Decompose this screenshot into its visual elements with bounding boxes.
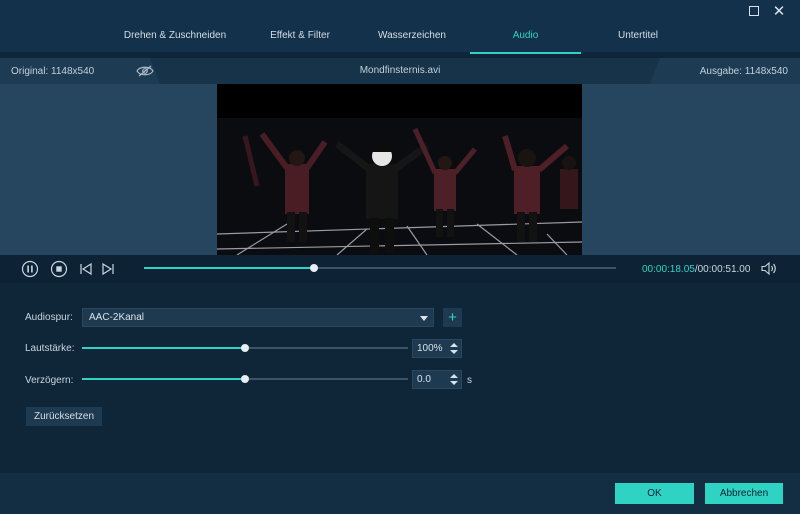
audio-track-value: AAC-2Kanal <box>89 312 145 323</box>
volume-decrease-icon[interactable] <box>450 350 458 354</box>
audio-track-label: Audiospur: <box>25 312 73 323</box>
volume-value: 100% <box>417 343 443 354</box>
chevron-down-icon <box>420 316 428 321</box>
add-audio-track-button[interactable]: + <box>443 308 462 327</box>
stop-icon[interactable] <box>50 260 68 278</box>
delay-slider-handle[interactable] <box>241 375 249 383</box>
close-icon: ✕ <box>772 2 786 20</box>
delay-decrease-icon[interactable] <box>450 381 458 385</box>
volume-label: Lautstärke: <box>25 343 75 354</box>
volume-slider[interactable] <box>82 344 408 352</box>
cancel-button[interactable]: Abbrechen <box>705 483 783 504</box>
timeline-progress <box>144 267 314 269</box>
maximize-icon <box>749 6 759 16</box>
tab-rotate-crop[interactable]: Drehen & Zuschneiden <box>115 22 235 52</box>
video-preview <box>217 84 582 255</box>
delay-value: 0.0 <box>417 374 431 385</box>
volume-slider-fill <box>82 347 245 349</box>
close-button[interactable]: ✕ <box>771 3 787 19</box>
preview-info-bar: Original: 1148x540 Mondfinsternis.avi Au… <box>0 58 800 84</box>
timeline-handle[interactable] <box>309 264 318 272</box>
delay-label: Verzögern: <box>25 375 74 386</box>
tab-subtitle[interactable]: Untertitel <box>588 22 688 52</box>
video-frame-image <box>217 84 582 255</box>
tab-audio[interactable]: Audio <box>470 22 581 54</box>
delay-slider-fill <box>82 378 245 380</box>
title-bar <box>0 0 800 22</box>
audio-track-select[interactable]: AAC-2Kanal <box>82 308 434 327</box>
volume-increase-icon[interactable] <box>450 343 458 347</box>
maximize-button[interactable] <box>746 3 762 19</box>
volume-slider-handle[interactable] <box>241 344 249 352</box>
plus-icon: + <box>448 309 457 326</box>
delay-increase-icon[interactable] <box>450 374 458 378</box>
reset-button[interactable]: Zurücksetzen <box>26 407 102 426</box>
file-name: Mondfinsternis.avi <box>359 65 441 76</box>
tab-effect-filter[interactable]: Effekt & Filter <box>250 22 350 52</box>
volume-icon[interactable] <box>761 262 777 275</box>
delay-slider[interactable] <box>82 375 408 383</box>
tab-watermark[interactable]: Wasserzeichen <box>362 22 462 52</box>
delay-stepper[interactable]: 0.0 <box>412 370 462 389</box>
tab-bar: Drehen & Zuschneiden Effekt & Filter Was… <box>0 22 800 54</box>
skip-forward-icon[interactable] <box>99 260 117 278</box>
output-resolution: Ausgabe: 1148x540 <box>699 66 788 77</box>
time-display: 00:00:18.05/00:00:51.00 <box>642 264 750 275</box>
skip-back-icon[interactable] <box>77 260 95 278</box>
playback-timeline[interactable] <box>144 264 616 272</box>
preview-stage <box>0 84 800 255</box>
volume-stepper[interactable]: 100% <box>412 339 462 358</box>
pause-icon[interactable] <box>21 260 39 278</box>
total-time: /00:00:51.00 <box>694 264 751 275</box>
delay-unit: s <box>467 375 472 386</box>
current-time: 00:00:18.05 <box>642 264 695 275</box>
ok-button[interactable]: OK <box>615 483 694 504</box>
